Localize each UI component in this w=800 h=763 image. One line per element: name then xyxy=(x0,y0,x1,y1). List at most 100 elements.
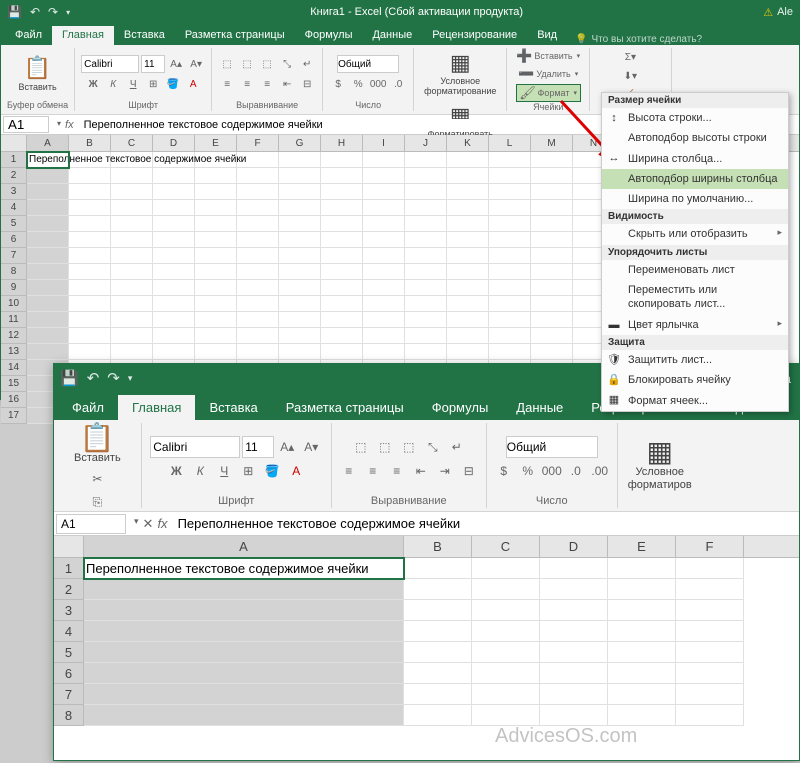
cell[interactable] xyxy=(447,328,489,344)
cell[interactable] xyxy=(447,296,489,312)
font-color-icon[interactable]: A xyxy=(184,75,202,93)
cell[interactable] xyxy=(69,216,111,232)
cell[interactable] xyxy=(489,232,531,248)
cell[interactable] xyxy=(111,312,153,328)
cell[interactable] xyxy=(153,248,195,264)
col-head-H[interactable]: H xyxy=(321,135,363,151)
cell[interactable] xyxy=(472,663,540,684)
row-head-4[interactable]: 4 xyxy=(54,621,84,642)
cell[interactable] xyxy=(540,600,608,621)
tell-me[interactable]: 💡Что вы хотите сделать? xyxy=(575,34,702,45)
cell[interactable] xyxy=(237,296,279,312)
inc-decimal-icon[interactable]: .0 xyxy=(565,460,587,482)
cell[interactable] xyxy=(405,296,447,312)
row-head-7[interactable]: 7 xyxy=(1,248,27,264)
select-all-corner[interactable] xyxy=(54,536,84,557)
cell[interactable] xyxy=(69,184,111,200)
cell[interactable] xyxy=(195,264,237,280)
cell[interactable] xyxy=(111,280,153,296)
cell[interactable] xyxy=(195,216,237,232)
cell[interactable] xyxy=(153,184,195,200)
align-middle-icon[interactable]: ⬚ xyxy=(374,436,396,458)
cell[interactable] xyxy=(447,312,489,328)
formula-input[interactable] xyxy=(174,516,799,531)
cell[interactable] xyxy=(676,579,744,600)
cell[interactable] xyxy=(676,663,744,684)
row-head-2[interactable]: 2 xyxy=(1,168,27,184)
cell[interactable] xyxy=(111,248,153,264)
fx-icon[interactable]: fx xyxy=(157,516,167,532)
cell[interactable] xyxy=(111,296,153,312)
cell[interactable] xyxy=(195,168,237,184)
col-head-J[interactable]: J xyxy=(405,135,447,151)
cell[interactable] xyxy=(111,168,153,184)
save-icon[interactable]: 💾 xyxy=(7,5,22,19)
comma-icon[interactable]: 000 xyxy=(541,460,563,482)
cell[interactable] xyxy=(195,200,237,216)
shrink-font-icon[interactable]: A▾ xyxy=(187,55,205,73)
protect-sheet-item[interactable]: 🛡Защитить лист... xyxy=(602,350,788,370)
cell[interactable] xyxy=(195,296,237,312)
cell[interactable] xyxy=(321,248,363,264)
cell[interactable] xyxy=(404,684,472,705)
row-head-2[interactable]: 2 xyxy=(54,579,84,600)
grow-font-icon[interactable]: A▴ xyxy=(167,55,185,73)
cell[interactable] xyxy=(540,621,608,642)
cell[interactable] xyxy=(321,200,363,216)
merge-icon[interactable]: ⊟ xyxy=(298,75,316,93)
undo-icon[interactable]: ↶ xyxy=(87,369,100,387)
cell[interactable] xyxy=(69,232,111,248)
cell[interactable] xyxy=(472,558,540,579)
row-head-14[interactable]: 14 xyxy=(1,360,27,376)
col-head-C[interactable]: C xyxy=(472,536,540,557)
redo-icon[interactable]: ↷ xyxy=(107,369,120,387)
cell[interactable] xyxy=(608,663,676,684)
name-box[interactable] xyxy=(3,116,49,133)
col-head-L[interactable]: L xyxy=(489,135,531,151)
cell[interactable] xyxy=(363,184,405,200)
tab-insert[interactable]: Вставка xyxy=(195,395,271,420)
cell[interactable] xyxy=(608,705,676,726)
cell[interactable] xyxy=(195,328,237,344)
cell[interactable] xyxy=(489,168,531,184)
cell[interactable] xyxy=(405,280,447,296)
qat-dropdown-icon[interactable]: ▾ xyxy=(66,8,70,17)
row-head-8[interactable]: 8 xyxy=(1,264,27,280)
cell[interactable] xyxy=(489,264,531,280)
font-color-icon[interactable]: A xyxy=(285,460,307,482)
cell[interactable] xyxy=(27,264,69,280)
cell[interactable] xyxy=(608,621,676,642)
number-format-select[interactable] xyxy=(506,436,598,458)
cell[interactable] xyxy=(111,264,153,280)
cell[interactable] xyxy=(447,152,489,168)
cell[interactable] xyxy=(531,312,573,328)
cell[interactable] xyxy=(540,642,608,663)
row-head-6[interactable]: 6 xyxy=(1,232,27,248)
cell[interactable] xyxy=(404,705,472,726)
cell[interactable] xyxy=(84,684,404,705)
col-width-item[interactable]: ↔Ширина столбца... xyxy=(602,149,788,169)
orientation-icon[interactable]: ⤡ xyxy=(278,55,296,73)
cell[interactable] xyxy=(405,168,447,184)
row-head-4[interactable]: 4 xyxy=(1,200,27,216)
cell[interactable] xyxy=(321,168,363,184)
cell[interactable] xyxy=(405,248,447,264)
comma-icon[interactable]: 000 xyxy=(369,75,387,93)
cell[interactable] xyxy=(84,621,404,642)
cell[interactable] xyxy=(27,216,69,232)
row-head-6[interactable]: 6 xyxy=(54,663,84,684)
cell[interactable] xyxy=(195,248,237,264)
cell[interactable] xyxy=(69,264,111,280)
tab-formulas[interactable]: Формулы xyxy=(295,26,363,45)
col-head-F[interactable]: F xyxy=(676,536,744,557)
cell[interactable] xyxy=(279,168,321,184)
name-box[interactable] xyxy=(56,514,126,534)
cell[interactable] xyxy=(489,248,531,264)
bold-button[interactable]: Ж xyxy=(165,460,187,482)
align-center-icon[interactable]: ≡ xyxy=(238,75,256,93)
cell[interactable] xyxy=(489,328,531,344)
cell[interactable] xyxy=(321,328,363,344)
cell[interactable] xyxy=(27,312,69,328)
cell[interactable] xyxy=(540,579,608,600)
row-head-10[interactable]: 10 xyxy=(1,296,27,312)
